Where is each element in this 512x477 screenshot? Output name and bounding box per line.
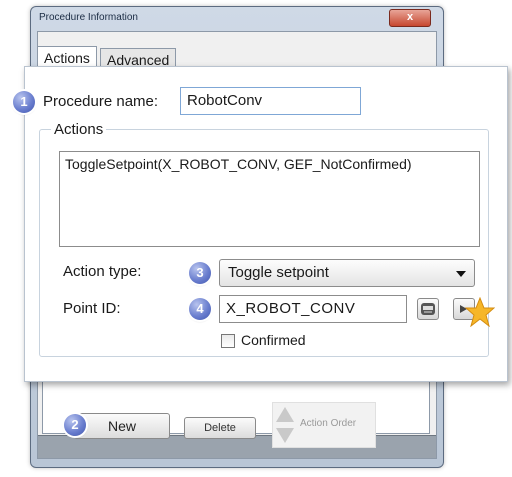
callout-badge-2: 2 — [64, 414, 86, 436]
procedure-name-label: Procedure name: — [43, 93, 159, 110]
callout-badge-3: 3 — [189, 262, 211, 284]
order-arrows-icon — [276, 407, 294, 443]
browse-points-icon — [421, 303, 435, 315]
delete-button[interactable]: Delete — [184, 417, 256, 439]
confirmed-checkbox[interactable] — [221, 334, 235, 348]
action-type-value: Toggle setpoint — [228, 264, 329, 281]
actions-list[interactable]: ToggleSetpoint(X_ROBOT_CONV, GEF_NotConf… — [59, 151, 480, 247]
action-order-label: Action Order — [300, 418, 357, 429]
chevron-down-icon — [456, 271, 466, 277]
window-title: Procedure Information — [39, 12, 138, 23]
point-id-label: Point ID: — [63, 300, 121, 317]
new-button[interactable]: New — [74, 413, 170, 439]
close-icon: x — [406, 11, 414, 23]
actions-group-title: Actions — [51, 121, 107, 138]
close-button[interactable]: x — [389, 9, 431, 27]
action-type-select[interactable]: Toggle setpoint — [219, 259, 475, 287]
action-order-control[interactable]: Action Order — [272, 402, 376, 448]
procedure-name-field[interactable]: RobotConv — [180, 87, 361, 115]
highlight-star-icon — [465, 297, 495, 327]
list-item[interactable]: ToggleSetpoint(X_ROBOT_CONV, GEF_NotConf… — [65, 156, 474, 172]
callout-badge-1: 1 — [13, 91, 35, 113]
confirmed-label: Confirmed — [241, 332, 306, 348]
callout-badge-4: 4 — [189, 298, 211, 320]
action-type-label: Action type: — [63, 263, 142, 280]
magnified-inset: Procedure name: RobotConv Actions Toggle… — [13, 66, 508, 382]
point-id-field[interactable]: X_ROBOT_CONV — [219, 295, 407, 323]
browse-points-button[interactable] — [417, 298, 439, 320]
